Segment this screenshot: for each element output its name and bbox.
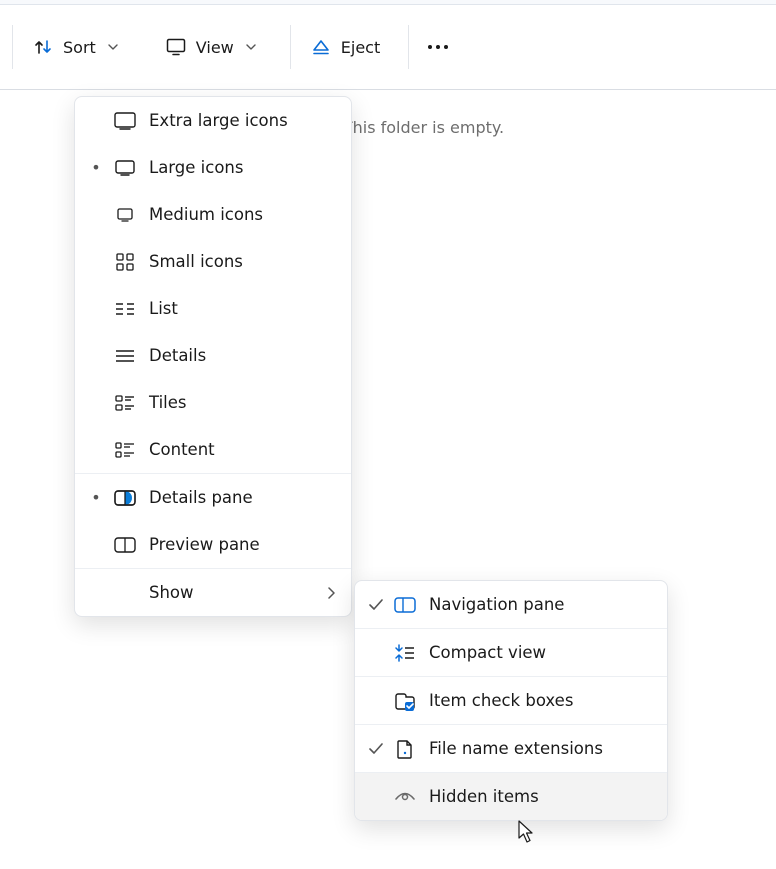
empty-folder-message: This folder is empty. [343, 118, 504, 137]
menu-label: Details pane [141, 488, 339, 507]
menu-label: Extra large icons [141, 111, 339, 130]
menu-label: Navigation pane [421, 595, 655, 614]
menu-label: Compact view [421, 643, 655, 662]
menu-extra-large-icons[interactable]: Extra large icons [75, 97, 351, 144]
view-menu: Extra large icons • Large icons Medium i… [74, 96, 352, 617]
sort-icon [33, 37, 53, 57]
check-indicator [363, 599, 389, 611]
file-extensions-icon [389, 739, 421, 759]
menu-label: Details [141, 346, 339, 365]
toolbar-separator [12, 25, 13, 69]
sort-button[interactable]: Sort [19, 27, 132, 67]
bullet-indicator: • [83, 488, 109, 507]
menu-content[interactable]: Content [75, 426, 351, 473]
menu-label: List [141, 299, 339, 318]
view-icon [166, 38, 186, 56]
item-check-boxes-icon [389, 691, 421, 711]
menu-file-name-extensions[interactable]: File name extensions [355, 725, 667, 772]
menu-show-submenu[interactable]: Show [75, 569, 351, 616]
menu-preview-pane[interactable]: Preview pane [75, 521, 351, 568]
menu-label: Item check boxes [421, 691, 655, 710]
large-icons-icon [109, 160, 141, 176]
view-label: View [196, 38, 234, 57]
toolbar-separator [290, 25, 291, 69]
menu-item-checkboxes[interactable]: Item check boxes [355, 677, 667, 724]
details-pane-icon [109, 490, 141, 506]
menu-label: Show [141, 583, 327, 602]
menu-large-icons[interactable]: • Large icons [75, 144, 351, 191]
menu-label: Hidden items [421, 787, 655, 806]
eject-button[interactable]: Eject [297, 27, 394, 67]
menu-label: Small icons [141, 252, 339, 271]
menu-hidden-items[interactable]: Hidden items [355, 773, 667, 820]
show-submenu: Navigation pane Compact view Item check … [354, 580, 668, 821]
tiles-icon [109, 395, 141, 411]
content-icon [109, 442, 141, 458]
menu-label: Preview pane [141, 535, 339, 554]
details-icon [109, 349, 141, 363]
extra-large-icons-icon [109, 112, 141, 130]
chevron-right-icon [327, 587, 339, 599]
list-icon [109, 302, 141, 316]
eject-label: Eject [341, 38, 380, 57]
menu-details[interactable]: Details [75, 332, 351, 379]
more-button[interactable] [415, 34, 461, 60]
more-icon [427, 44, 449, 50]
toolbar-separator [408, 25, 409, 69]
menu-label: Large icons [141, 158, 339, 177]
navigation-pane-icon [389, 597, 421, 613]
menu-medium-icons[interactable]: Medium icons [75, 191, 351, 238]
menu-navigation-pane[interactable]: Navigation pane [355, 581, 667, 628]
menu-details-pane[interactable]: • Details pane [75, 474, 351, 521]
menu-label: Content [141, 440, 339, 459]
bullet-indicator: • [83, 158, 109, 177]
eject-icon [311, 37, 331, 57]
menu-label: File name extensions [421, 739, 655, 758]
toolbar: Sort View Eject [0, 5, 776, 90]
menu-label: Tiles [141, 393, 339, 412]
menu-compact-view[interactable]: Compact view [355, 629, 667, 676]
chevron-down-icon [246, 42, 256, 52]
menu-list[interactable]: List [75, 285, 351, 332]
sort-label: Sort [63, 38, 96, 57]
hidden-items-icon [389, 790, 421, 804]
small-icons-icon [109, 253, 141, 271]
medium-icons-icon [109, 208, 141, 222]
check-indicator [363, 743, 389, 755]
preview-pane-icon [109, 537, 141, 553]
view-button[interactable]: View [152, 28, 270, 67]
chevron-down-icon [108, 42, 118, 52]
menu-label: Medium icons [141, 205, 339, 224]
compact-view-icon [389, 644, 421, 662]
menu-small-icons[interactable]: Small icons [75, 238, 351, 285]
menu-tiles[interactable]: Tiles [75, 379, 351, 426]
